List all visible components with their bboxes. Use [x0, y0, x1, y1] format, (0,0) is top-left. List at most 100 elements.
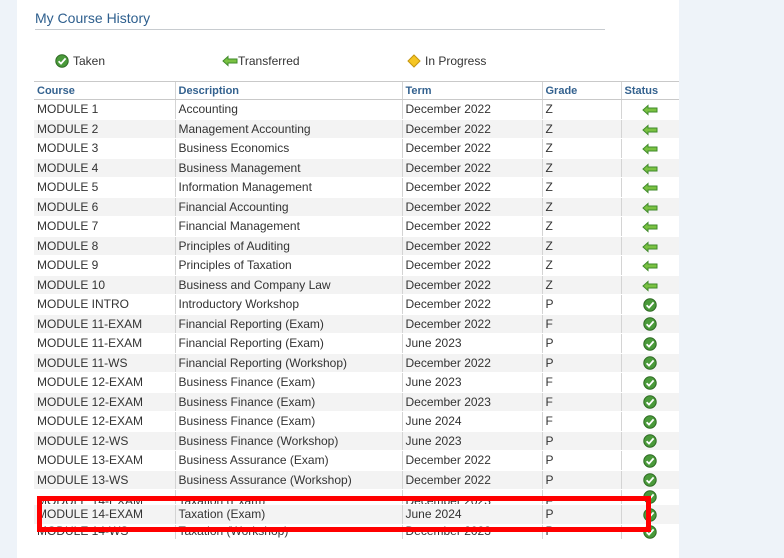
cell-status [620, 197, 679, 217]
table-row[interactable]: MODULE 3 Business Economics December 2022 Z [34, 138, 679, 159]
cell-grade: P [541, 450, 621, 471]
cell-grade: P [541, 333, 621, 354]
table-row[interactable]: MODULE 2 Management Accounting December 20… [34, 119, 679, 139]
cell-grade: P [541, 470, 621, 490]
cell-course: MODULE 5 [34, 177, 175, 198]
cell-grade: P [541, 431, 621, 451]
title-divider [35, 29, 605, 30]
cell-description: Business Finance (Exam) [174, 372, 402, 393]
cell-status [620, 138, 679, 159]
check-circle-icon [643, 453, 657, 468]
cell-grade: F [541, 392, 621, 412]
left-arrow-icon [642, 239, 658, 253]
cell-description: Business Economics [174, 138, 402, 159]
left-arrow-icon [642, 122, 658, 136]
cell-status [620, 158, 679, 178]
cell-status [620, 450, 679, 471]
cell-term: December 2022 [401, 275, 542, 295]
table-header-row: Course Description Term Grade Status [34, 81, 679, 100]
cell-course: MODULE 12-EXAM [34, 392, 175, 412]
column-header-term[interactable]: Term [401, 81, 542, 100]
left-arrow-icon [642, 102, 658, 116]
cell-term: December 2022 [401, 138, 542, 159]
cell-description: Financial Accounting [174, 197, 402, 217]
table-row[interactable]: MODULE 9 Principles of Taxation December 2… [34, 255, 679, 276]
cell-term: December 2022 [401, 294, 542, 315]
diamond-icon [407, 54, 421, 68]
legend-transferred: Transferred [222, 53, 300, 69]
column-header-description[interactable]: Description [174, 81, 402, 100]
cell-term: June 2023 [401, 333, 542, 354]
table-row[interactable]: MODULE 12-EXAM Business Finance (Exam) Jun… [34, 372, 679, 393]
cell-course: MODULE 4 [34, 158, 175, 178]
cell-term: June 2023 [401, 372, 542, 393]
cell-description: Business Finance (Exam) [174, 411, 402, 432]
table-row[interactable]: MODULE 11-EXAM Financial Reporting (Exam)… [34, 314, 679, 334]
cell-grade: Z [541, 158, 621, 178]
cell-grade: Z [541, 99, 621, 120]
table-row[interactable]: MODULE 5 Information Management December 2… [34, 177, 679, 198]
cell-term: December 2022 [401, 353, 542, 373]
column-header-grade[interactable]: Grade [541, 81, 621, 100]
cell-status [620, 275, 679, 295]
cell-description: Introductory Workshop [174, 294, 402, 315]
cell-term: December 2022 [401, 470, 542, 490]
cell-status [620, 119, 679, 139]
cell-status [620, 392, 679, 412]
table-row[interactable]: MODULE 11-WS Financial Reporting (Worksho… [34, 353, 679, 373]
cell-description: Financial Management [174, 216, 402, 237]
cell-term: December 2022 [401, 216, 542, 237]
table-row[interactable]: MODULE 7 Financial Management December 202… [34, 216, 679, 237]
check-circle-icon [55, 54, 69, 68]
table-row[interactable]: MODULE 8 Principles of Auditing December 2… [34, 236, 679, 256]
table-row[interactable]: MODULE 13-WS Business Assurance (Workshop… [34, 470, 679, 490]
cell-grade: P [541, 294, 621, 315]
left-arrow-icon [642, 180, 658, 194]
cell-course: MODULE 11-EXAM [34, 314, 175, 334]
cell-description: Business Assurance (Workshop) [174, 470, 402, 490]
course-history-panel: My Course History Taken Transferred In P… [17, 0, 679, 558]
column-header-status[interactable]: Status [620, 81, 679, 100]
cell-grade: Z [541, 119, 621, 139]
table-row[interactable]: MODULE 1 Accounting December 2022 Z [34, 99, 679, 120]
table-row[interactable]: MODULE 11-EXAM Financial Reporting (Exam)… [34, 333, 679, 354]
check-circle-icon [643, 375, 657, 390]
column-header-course[interactable]: Course [34, 81, 175, 100]
cell-status [620, 411, 679, 432]
cell-description: Principles of Taxation [174, 255, 402, 276]
left-arrow-icon [642, 278, 658, 292]
cell-course: MODULE 11-EXAM [34, 333, 175, 354]
cell-description: Business Management [174, 158, 402, 178]
cell-term: June 2024 [401, 411, 542, 432]
check-circle-icon [643, 316, 657, 331]
course-history-table: Course Description Term Grade Status MOD… [34, 81, 679, 540]
table-row[interactable]: MODULE 10 Business and Company Law Decembe… [34, 275, 679, 295]
cell-grade: F [541, 372, 621, 393]
cell-description: Business Finance (Workshop) [174, 431, 402, 451]
cell-description: Principles of Auditing [174, 236, 402, 256]
cell-course: MODULE 6 [34, 197, 175, 217]
table-row[interactable]: MODULE INTRO Introductory Workshop Decembe… [34, 294, 679, 315]
cell-status [620, 372, 679, 393]
table-row[interactable]: MODULE 12-EXAM Business Finance (Exam) Jun… [34, 411, 679, 432]
cell-course: MODULE 9 [34, 255, 175, 276]
check-circle-icon [643, 297, 657, 312]
check-circle-icon [643, 336, 657, 351]
cell-grade: Z [541, 138, 621, 159]
left-arrow-icon [642, 258, 658, 272]
cell-description: Accounting [174, 99, 402, 120]
highlight-box [37, 496, 651, 532]
cell-grade: Z [541, 197, 621, 217]
cell-course: MODULE 8 [34, 236, 175, 256]
cell-course: MODULE 13-WS [34, 470, 175, 490]
cell-description: Financial Reporting (Workshop) [174, 353, 402, 373]
table-row[interactable]: MODULE 13-EXAM Business Assurance (Exam) D… [34, 450, 679, 471]
table-row[interactable]: MODULE 12-EXAM Business Finance (Exam) Dec… [34, 392, 679, 412]
table-row[interactable]: MODULE 12-WS Business Finance (Workshop) J… [34, 431, 679, 451]
cell-description: Financial Reporting (Exam) [174, 314, 402, 334]
table-row[interactable]: MODULE 6 Financial Accounting December 202… [34, 197, 679, 217]
cell-status [620, 99, 679, 120]
cell-status [620, 314, 679, 334]
cell-grade: Z [541, 236, 621, 256]
table-row[interactable]: MODULE 4 Business Management December 2022… [34, 158, 679, 178]
